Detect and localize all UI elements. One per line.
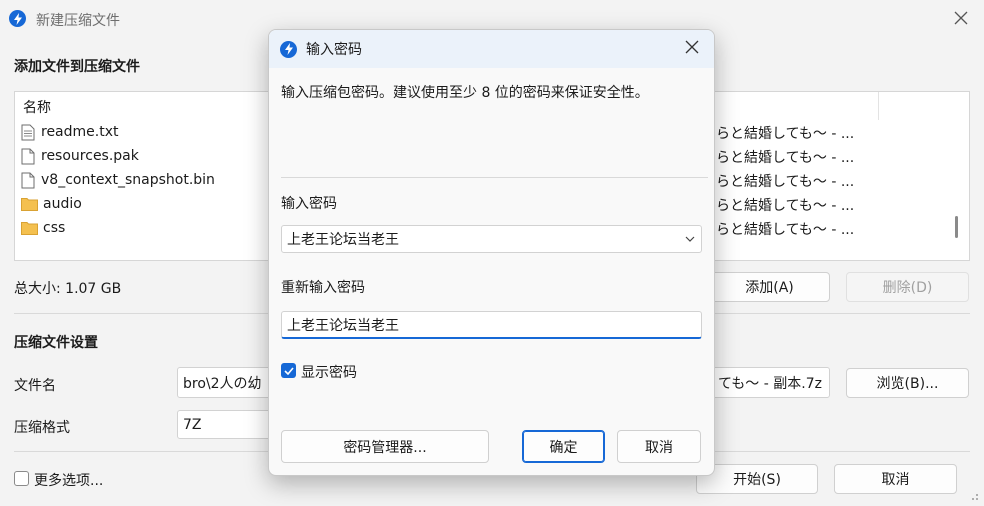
folder-icon [21, 198, 38, 211]
file-icon [21, 148, 35, 164]
dialog-divider [281, 177, 708, 178]
filename-value-right: ても～ - 副本.7z [718, 376, 822, 392]
password-manager-button[interactable]: 密码管理器... [281, 430, 489, 463]
checkmark-icon [283, 366, 294, 375]
text-file-icon [21, 124, 35, 140]
reenter-label: 重新输入密码 [281, 280, 365, 296]
add-section-title: 添加文件到压缩文件 [14, 59, 140, 75]
show-password-label[interactable]: 显示密码 [301, 362, 357, 382]
dialog-titlebar: 输入密码 [269, 30, 714, 68]
list-item-path: らと結婚しても～ - ... [716, 150, 855, 166]
list-item-name: resources.pak [41, 148, 139, 164]
list-item-name: audio [43, 196, 82, 212]
chevron-down-icon[interactable] [685, 236, 695, 242]
password-dialog: 输入密码 输入压缩包密码。建议使用至少 8 位的密码来保证安全性。 输入密码 上… [268, 29, 715, 476]
list-item-path: らと結婚しても～ - ... [716, 198, 855, 214]
dialog-cancel-button[interactable]: 取消 [617, 430, 701, 463]
total-size: 总大小: 1.07 GB [14, 281, 122, 297]
filename-value-left: bro\2人の幼 [183, 375, 262, 392]
cancel-button[interactable]: 取消 [834, 464, 957, 494]
bolt-icon [284, 43, 293, 55]
show-password-checkbox[interactable] [281, 363, 296, 378]
reenter-field[interactable]: 上老王论坛当老王 [281, 311, 702, 339]
resize-grip-icon[interactable] [966, 488, 980, 502]
dialog-title: 输入密码 [306, 42, 362, 58]
folder-icon [21, 222, 38, 235]
more-options-checkbox[interactable] [14, 471, 29, 486]
dialog-instruction: 输入压缩包密码。建议使用至少 8 位的密码来保证安全性。 [281, 85, 649, 101]
list-header[interactable]: 名称 [23, 97, 51, 117]
list-item[interactable]: css [21, 216, 65, 240]
settings-title: 压缩文件设置 [14, 335, 98, 351]
list-item[interactable]: readme.txt [21, 120, 119, 144]
column-divider [878, 92, 879, 120]
dialog-logo [280, 40, 297, 58]
list-item[interactable]: resources.pak [21, 144, 139, 168]
close-icon[interactable] [953, 10, 969, 30]
list-item-name: readme.txt [41, 124, 119, 140]
list-item-name: v8_context_snapshot.bin [41, 172, 215, 188]
app-logo [9, 10, 26, 27]
add-button[interactable]: 添加(A) [709, 272, 830, 302]
reenter-value: 上老王论坛当老王 [287, 317, 399, 334]
browse-button[interactable]: 浏览(B)... [846, 368, 969, 398]
format-select[interactable]: 7Z [177, 410, 277, 439]
list-item-path: らと結婚しても～ - ... [716, 222, 855, 238]
password-label: 输入密码 [281, 196, 337, 212]
password-field[interactable]: 上老王论坛当老王 [281, 225, 702, 253]
delete-button[interactable]: 删除(D) [846, 272, 969, 302]
bolt-icon [13, 12, 22, 25]
password-value: 上老王论坛当老王 [287, 232, 399, 248]
list-item[interactable]: audio [21, 192, 82, 216]
ok-button[interactable]: 确定 [522, 430, 605, 463]
format-value: 7Z [183, 416, 202, 433]
list-item-path: らと結婚しても～ - ... [716, 174, 855, 190]
list-item[interactable]: v8_context_snapshot.bin [21, 168, 215, 192]
dialog-close-icon[interactable] [684, 39, 700, 59]
list-item-path: らと結婚しても～ - ... [716, 126, 855, 142]
more-options-label[interactable]: 更多选项... [34, 470, 103, 490]
file-icon [21, 172, 35, 188]
filename-label: 文件名 [14, 378, 56, 394]
window-title: 新建压缩文件 [36, 13, 120, 29]
list-item-name: css [43, 220, 66, 236]
format-label: 压缩格式 [14, 420, 70, 436]
scrollbar-thumb[interactable] [955, 216, 958, 238]
